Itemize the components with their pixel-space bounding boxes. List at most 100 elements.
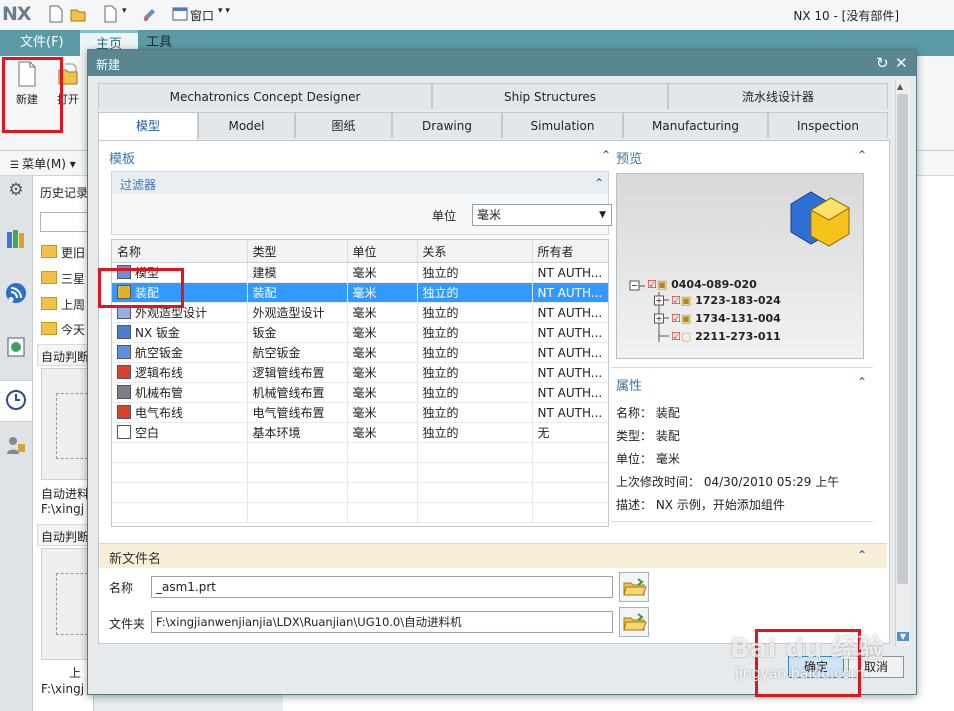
clock-icon[interactable]	[5, 389, 27, 411]
tab-drawing-cn[interactable]: 图纸	[295, 112, 392, 138]
history-title: 历史记录	[40, 186, 89, 200]
template-icon	[117, 325, 131, 339]
column-relation[interactable]: 关系	[417, 240, 533, 263]
scrollbar-thumb[interactable]	[897, 94, 908, 584]
window-icon[interactable]	[172, 5, 188, 23]
template-icon	[117, 385, 131, 399]
cell-text: 逻辑布线	[135, 366, 184, 380]
unit-select[interactable]: 毫米 ▼	[472, 204, 612, 226]
divider	[611, 521, 873, 522]
document-icon[interactable]	[102, 5, 118, 23]
gear-icon[interactable]: ⚙	[5, 180, 27, 202]
history-group-last-week[interactable]: 上周	[41, 296, 85, 313]
template-row[interactable]: 空白 基本环境 毫米 独立的 无	[112, 422, 608, 443]
cell-text: 毫米	[352, 266, 377, 280]
scroll-down-icon[interactable]: ▼	[897, 632, 909, 641]
window-dropdown-icon[interactable]: ▾ ▾	[218, 6, 230, 16]
folder-icon	[41, 297, 57, 310]
history-search-input[interactable]	[40, 212, 93, 232]
empty-cell	[247, 462, 348, 483]
empty-row	[112, 462, 608, 483]
open-folder-icon[interactable]	[70, 5, 86, 23]
close-icon[interactable]: ✕	[895, 54, 908, 72]
tree-node-label: 0404-089-020	[671, 278, 757, 291]
empty-row	[112, 442, 608, 463]
tab-line-designer[interactable]: 流水线设计器	[668, 83, 888, 109]
cell-unit: 毫米	[347, 422, 418, 443]
cell-rel: 独立的	[417, 422, 533, 443]
tree-node[interactable]: ☑▣ 1723-183-024	[671, 294, 781, 307]
empty-cell	[417, 442, 533, 463]
cell-text: 毫米	[352, 306, 377, 320]
new-file-icon[interactable]	[48, 5, 64, 23]
browse-folder-button[interactable]	[619, 607, 649, 637]
tool-icon[interactable]	[142, 5, 158, 23]
tree-node[interactable]: ☑▣ 1734-131-004	[671, 312, 781, 325]
tab-manufacturing[interactable]: Manufacturing	[623, 112, 768, 138]
cell-type: 外观造型设计	[247, 302, 348, 323]
collapse-properties-icon[interactable]: ⌃	[857, 375, 867, 389]
cell-text: 外观造型设计	[135, 306, 208, 320]
tab-drawing[interactable]: Drawing	[392, 112, 502, 138]
web-feed-icon[interactable]	[5, 282, 27, 304]
column-type[interactable]: 类型	[247, 240, 348, 263]
tab-file[interactable]: 文件(F)	[4, 30, 80, 56]
template-section-title: 模板	[109, 152, 136, 167]
roles-icon[interactable]	[5, 434, 27, 456]
tab-mechatronics[interactable]: Mechatronics Concept Designer	[98, 83, 432, 109]
dropdown-arrow-icon[interactable]: ▾	[122, 6, 127, 16]
tab-ship-structures[interactable]: Ship Structures	[432, 83, 668, 109]
cell-name: 空白	[112, 422, 248, 443]
cell-owner: NT AUTH...	[532, 342, 608, 363]
template-row[interactable]: 模型 建模 毫米 独立的 NT AUTH...	[112, 262, 608, 283]
empty-cell	[347, 482, 418, 503]
tab-model-cn[interactable]: 模型	[98, 112, 198, 140]
tree-node[interactable]: ☑▢ 2211-273-011	[671, 330, 781, 343]
template-row[interactable]: 机械布管 机械管线布置 毫米 独立的 NT AUTH...	[112, 382, 608, 403]
cell-name: NX 钣金	[112, 322, 248, 343]
tab-model[interactable]: Model	[198, 112, 295, 138]
collapse-filter-icon[interactable]: ⌃	[594, 176, 604, 190]
cell-name: 逻辑布线	[112, 362, 248, 383]
cell-text: 毫米	[352, 366, 377, 380]
tree-node[interactable]: ☑▣ 0404-089-020	[647, 278, 757, 291]
collapse-template-icon[interactable]: ⌃	[601, 148, 611, 162]
dialog-scrollbar[interactable]: ▲ ▼	[895, 80, 910, 646]
scroll-up-icon[interactable]: ▲	[897, 82, 903, 91]
cell-owner: NT AUTH...	[532, 402, 608, 423]
window-menu[interactable]: 窗口	[190, 7, 214, 24]
folder-input[interactable]: F:\xingjianwenjianjia\LDX\Ruanjian\UG10.…	[151, 611, 613, 633]
books-icon[interactable]	[5, 228, 27, 250]
tab-simulation[interactable]: Simulation	[502, 112, 623, 138]
template-icon	[117, 425, 131, 439]
collapse-newfile-icon[interactable]: ⌃	[857, 548, 867, 562]
template-row[interactable]: 装配 装配 毫米 独立的 NT AUTH...	[112, 282, 608, 303]
column-owner[interactable]: 所有者	[532, 240, 608, 263]
column-name[interactable]: 名称	[112, 240, 248, 263]
web-page-icon[interactable]	[5, 336, 27, 358]
history-group-samsung[interactable]: 三星	[41, 270, 85, 287]
template-row[interactable]: NX 钣金 钣金 毫米 独立的 NT AUTH...	[112, 322, 608, 343]
cell-text: 毫米	[352, 286, 377, 300]
cell-owner: NT AUTH...	[532, 262, 608, 283]
template-row[interactable]: 外观造型设计 外观造型设计 毫米 独立的 NT AUTH...	[112, 302, 608, 323]
collapse-preview-icon[interactable]: ⌃	[857, 148, 867, 162]
history-card-path: F:\xingj	[41, 502, 85, 516]
column-unit[interactable]: 单位	[347, 240, 418, 263]
cell-rel: 独立的	[417, 342, 533, 363]
dialog-title-bar[interactable]: 新建 ↻ ✕	[88, 50, 916, 76]
history-group-older[interactable]: 更旧	[41, 244, 85, 261]
filename-input[interactable]: _asm1.prt	[151, 576, 613, 598]
filter-group: 过滤器 ⌃ 单位 毫米 ▼	[111, 171, 612, 235]
prop-type: 类型： 装配	[616, 429, 680, 443]
template-row[interactable]: 电气布线 电气管线布置 毫米 独立的 NT AUTH...	[112, 402, 608, 423]
template-row[interactable]: 逻辑布线 逻辑管线布置 毫米 独立的 NT AUTH...	[112, 362, 608, 383]
tab-inspection[interactable]: Inspection	[768, 112, 888, 138]
reset-icon[interactable]: ↻	[876, 54, 889, 72]
menu-button[interactable]: ☰ 菜单(M) ▾	[10, 155, 76, 172]
template-row[interactable]: 航空钣金 航空钣金 毫米 独立的 NT AUTH...	[112, 342, 608, 363]
history-card-title: 自动判断	[41, 530, 90, 544]
history-group-today[interactable]: 今天	[41, 321, 85, 338]
browse-name-button[interactable]	[619, 572, 649, 602]
template-icon	[117, 405, 131, 419]
